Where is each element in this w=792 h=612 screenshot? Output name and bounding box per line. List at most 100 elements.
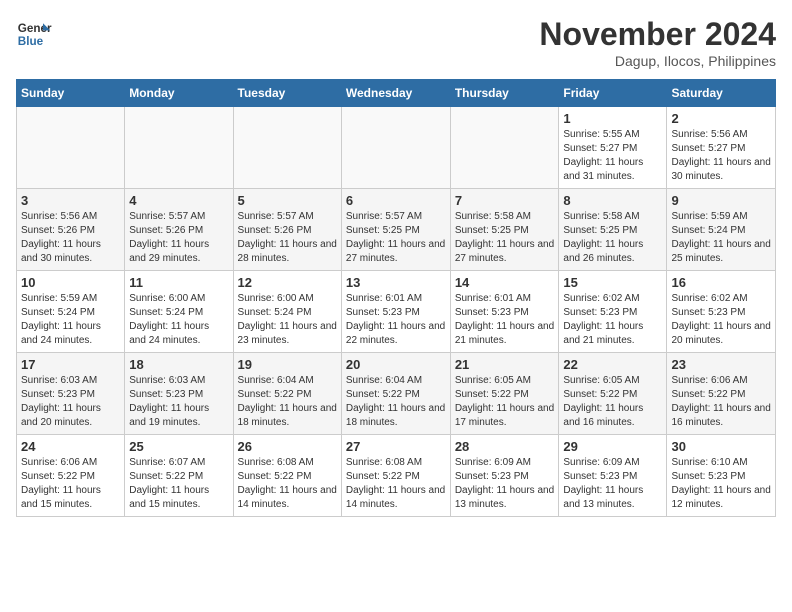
day-info: Sunrise: 6:07 AMSunset: 5:22 PMDaylight:… [129,456,228,512]
day-info: Sunrise: 6:02 AMSunset: 5:23 PMDaylight:… [671,292,771,348]
day-info: Sunrise: 6:08 AMSunset: 5:22 PMDaylight:… [238,456,337,512]
calendar-cell [125,107,233,189]
calendar-week-row: 1 Sunrise: 5:55 AMSunset: 5:27 PMDaylight… [17,107,776,189]
weekday-header-row: SundayMondayTuesdayWednesdayThursdayFrid… [17,80,776,107]
day-info: Sunrise: 6:00 AMSunset: 5:24 PMDaylight:… [129,292,228,348]
calendar-cell: 10 Sunrise: 5:59 AMSunset: 5:24 PMDayligh… [17,271,125,353]
calendar-cell: 14Sunrise: 6:01 AMSunset: 5:23 PMDayligh… [450,271,559,353]
calendar-week-row: 10 Sunrise: 5:59 AMSunset: 5:24 PMDayligh… [17,271,776,353]
day-info: Sunrise: 5:56 AMSunset: 5:27 PMDaylight:… [671,128,771,184]
weekday-header: Friday [559,80,667,107]
day-number: 12 [238,275,337,290]
day-info: Sunrise: 5:59 AMSunset: 5:24 PMDaylight:… [671,210,771,266]
calendar-cell: 5 Sunrise: 5:57 AMSunset: 5:26 PMDaylight… [233,189,341,271]
calendar-cell: 13 Sunrise: 6:01 AMSunset: 5:23 PMDayligh… [341,271,450,353]
day-number: 3 [21,193,120,208]
day-info: Sunrise: 5:58 AMSunset: 5:25 PMDaylight:… [455,210,555,266]
day-info: Sunrise: 6:01 AMSunset: 5:23 PMDaylight:… [346,292,446,348]
calendar-cell: 1 Sunrise: 5:55 AMSunset: 5:27 PMDaylight… [559,107,667,189]
day-number: 28 [455,439,555,454]
day-info: Sunrise: 6:00 AMSunset: 5:24 PMDaylight:… [238,292,337,348]
day-info: Sunrise: 6:04 AMSunset: 5:22 PMDaylight:… [346,374,446,430]
calendar-cell: 29 Sunrise: 6:09 AMSunset: 5:23 PMDayligh… [559,435,667,517]
day-info: Sunrise: 6:09 AMSunset: 5:23 PMDaylight:… [563,456,662,512]
calendar-cell: 25Sunrise: 6:07 AMSunset: 5:22 PMDayligh… [125,435,233,517]
weekday-header: Wednesday [341,80,450,107]
day-number: 4 [129,193,228,208]
calendar-week-row: 24Sunrise: 6:06 AMSunset: 5:22 PMDayligh… [17,435,776,517]
calendar-cell [450,107,559,189]
calendar-cell: 19 Sunrise: 6:04 AMSunset: 5:22 PMDayligh… [233,353,341,435]
day-info: Sunrise: 6:08 AMSunset: 5:22 PMDaylight:… [346,456,446,512]
calendar-cell: 16 Sunrise: 6:02 AMSunset: 5:23 PMDayligh… [667,271,776,353]
day-info: Sunrise: 5:55 AMSunset: 5:27 PMDaylight:… [563,128,662,184]
calendar-cell: 24Sunrise: 6:06 AMSunset: 5:22 PMDayligh… [17,435,125,517]
calendar-cell: 15 Sunrise: 6:02 AMSunset: 5:23 PMDayligh… [559,271,667,353]
page-header: General Blue November 2024 Dagup, Ilocos… [16,16,776,69]
day-number: 1 [563,111,662,126]
calendar-cell: 3 Sunrise: 5:56 AMSunset: 5:26 PMDaylight… [17,189,125,271]
day-info: Sunrise: 6:05 AMSunset: 5:22 PMDaylight:… [455,374,555,430]
day-number: 16 [671,275,771,290]
day-number: 8 [563,193,662,208]
calendar-cell: 12 Sunrise: 6:00 AMSunset: 5:24 PMDayligh… [233,271,341,353]
calendar-cell: 28Sunrise: 6:09 AMSunset: 5:23 PMDayligh… [450,435,559,517]
calendar-table: SundayMondayTuesdayWednesdayThursdayFrid… [16,79,776,517]
day-number: 7 [455,193,555,208]
calendar-cell: 26 Sunrise: 6:08 AMSunset: 5:22 PMDayligh… [233,435,341,517]
calendar-week-row: 17Sunrise: 6:03 AMSunset: 5:23 PMDayligh… [17,353,776,435]
day-number: 24 [21,439,120,454]
day-info: Sunrise: 6:04 AMSunset: 5:22 PMDaylight:… [238,374,337,430]
day-info: Sunrise: 5:56 AMSunset: 5:26 PMDaylight:… [21,210,120,266]
day-number: 23 [671,357,771,372]
day-number: 14 [455,275,555,290]
calendar-cell: 17Sunrise: 6:03 AMSunset: 5:23 PMDayligh… [17,353,125,435]
weekday-header: Sunday [17,80,125,107]
calendar-cell: 21Sunrise: 6:05 AMSunset: 5:22 PMDayligh… [450,353,559,435]
weekday-header: Thursday [450,80,559,107]
calendar-cell: 6 Sunrise: 5:57 AMSunset: 5:25 PMDaylight… [341,189,450,271]
day-info: Sunrise: 6:02 AMSunset: 5:23 PMDaylight:… [563,292,662,348]
calendar-cell: 30 Sunrise: 6:10 AMSunset: 5:23 PMDayligh… [667,435,776,517]
day-number: 11 [129,275,228,290]
calendar-week-row: 3 Sunrise: 5:56 AMSunset: 5:26 PMDaylight… [17,189,776,271]
title-block: November 2024 Dagup, Ilocos, Philippines [539,16,776,69]
weekday-header: Tuesday [233,80,341,107]
calendar-cell: 18Sunrise: 6:03 AMSunset: 5:23 PMDayligh… [125,353,233,435]
day-number: 6 [346,193,446,208]
logo: General Blue [16,16,52,52]
calendar-cell: 20 Sunrise: 6:04 AMSunset: 5:22 PMDayligh… [341,353,450,435]
day-number: 29 [563,439,662,454]
weekday-header: Monday [125,80,233,107]
day-number: 19 [238,357,337,372]
day-info: Sunrise: 6:10 AMSunset: 5:23 PMDaylight:… [671,456,771,512]
calendar-cell: 7 Sunrise: 5:58 AMSunset: 5:25 PMDaylight… [450,189,559,271]
day-number: 20 [346,357,446,372]
calendar-cell [233,107,341,189]
calendar-cell: 9 Sunrise: 5:59 AMSunset: 5:24 PMDaylight… [667,189,776,271]
calendar-cell: 8Sunrise: 5:58 AMSunset: 5:25 PMDaylight… [559,189,667,271]
calendar-cell: 2 Sunrise: 5:56 AMSunset: 5:27 PMDaylight… [667,107,776,189]
day-number: 17 [21,357,120,372]
calendar-cell: 22Sunrise: 6:05 AMSunset: 5:22 PMDayligh… [559,353,667,435]
day-info: Sunrise: 6:06 AMSunset: 5:22 PMDaylight:… [671,374,771,430]
day-number: 2 [671,111,771,126]
day-info: Sunrise: 5:59 AMSunset: 5:24 PMDaylight:… [21,292,120,348]
day-info: Sunrise: 5:57 AMSunset: 5:26 PMDaylight:… [129,210,228,266]
day-number: 10 [21,275,120,290]
calendar-cell [17,107,125,189]
day-number: 27 [346,439,446,454]
calendar-cell [341,107,450,189]
day-number: 13 [346,275,446,290]
day-info: Sunrise: 5:57 AMSunset: 5:25 PMDaylight:… [346,210,446,266]
day-number: 30 [671,439,771,454]
day-number: 5 [238,193,337,208]
month-title: November 2024 [539,16,776,53]
weekday-header: Saturday [667,80,776,107]
day-number: 15 [563,275,662,290]
day-number: 9 [671,193,771,208]
day-number: 26 [238,439,337,454]
day-info: Sunrise: 5:57 AMSunset: 5:26 PMDaylight:… [238,210,337,266]
calendar-cell: 27 Sunrise: 6:08 AMSunset: 5:22 PMDayligh… [341,435,450,517]
day-number: 22 [563,357,662,372]
